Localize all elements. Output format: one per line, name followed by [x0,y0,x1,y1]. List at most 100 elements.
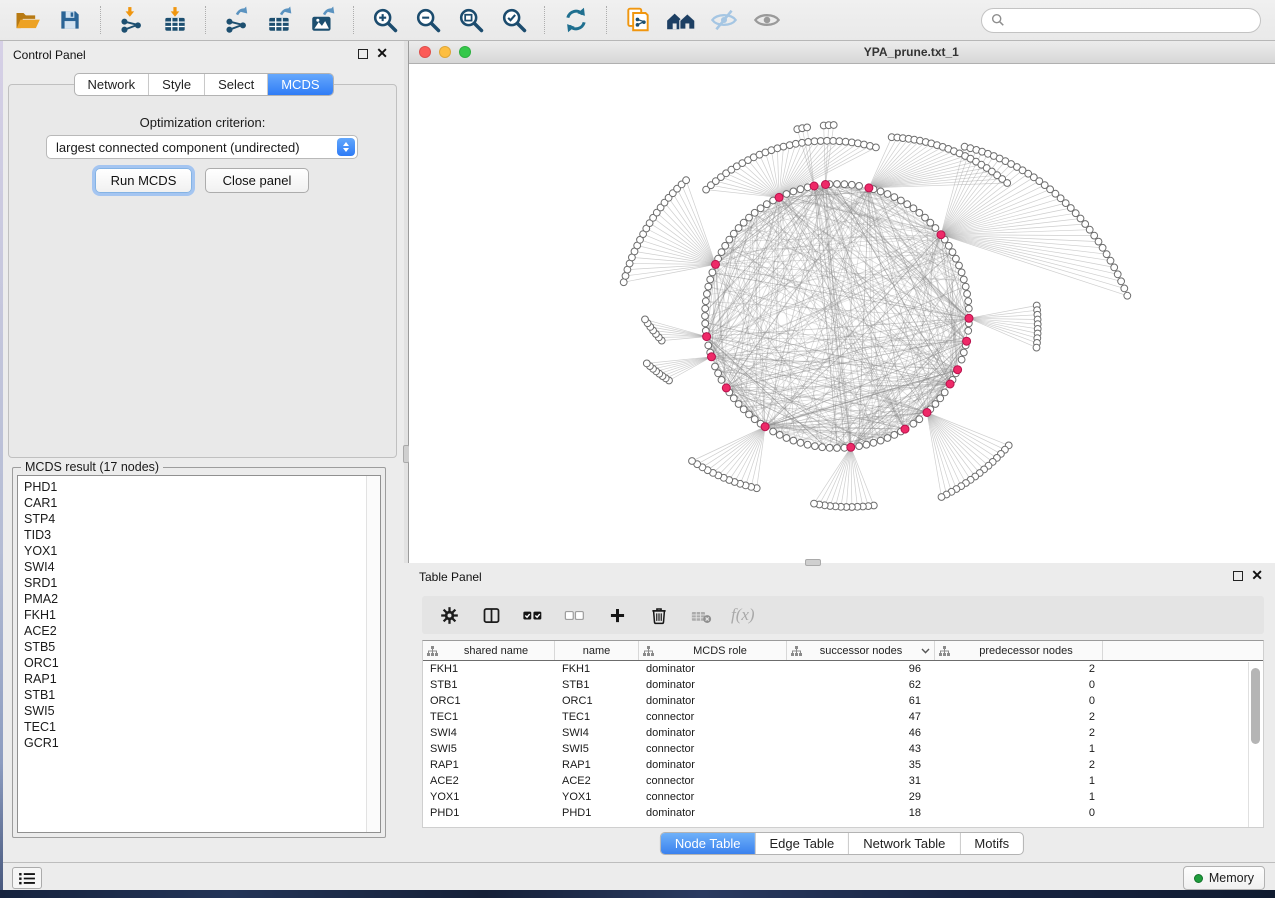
network-node[interactable] [770,428,777,435]
export-table-button[interactable] [263,3,297,37]
mcds-result-item[interactable]: STP4 [24,511,367,527]
column-header-successor-nodes[interactable]: successor nodes [787,641,935,660]
network-node[interactable] [757,205,764,212]
network-node[interactable] [746,214,753,221]
mcds-result-item[interactable]: YOX1 [24,543,367,559]
network-node[interactable] [945,242,952,249]
network-node[interactable] [799,139,806,146]
export-image-button[interactable] [306,3,340,37]
network-node[interactable] [715,370,722,377]
mcds-network-node[interactable] [708,353,716,361]
column-header-MCDS-role[interactable]: MCDS role [639,641,787,660]
network-node[interactable] [709,269,716,276]
mcds-network-node[interactable] [901,425,909,433]
mcds-result-list[interactable]: PHD1CAR1STP4TID3YOX1SWI4SRD1PMA2FKH1ACE2… [17,475,381,833]
first-neighbors-button[interactable] [664,3,698,37]
network-node[interactable] [811,500,818,507]
tab-network[interactable]: Network [74,74,148,95]
mcds-result-item[interactable]: STB5 [24,639,367,655]
network-node[interactable] [965,298,972,305]
network-node[interactable] [812,443,819,450]
hide-selected-button[interactable] [707,3,741,37]
network-node[interactable] [965,305,972,312]
table-row[interactable]: PHD1PHD1dominator180 [423,805,1263,821]
network-node[interactable] [863,441,870,448]
network-node[interactable] [938,494,945,501]
mcds-result-item[interactable]: ACE2 [24,623,367,639]
network-node[interactable] [780,143,787,150]
network-node[interactable] [937,395,944,402]
network-node[interactable] [1091,232,1098,239]
deselect-all-rows-button[interactable] [563,603,587,627]
close-panel-icon[interactable]: ✕ [376,45,388,61]
network-node[interactable] [1107,257,1114,264]
network-graph[interactable] [409,64,1275,563]
mcds-network-node[interactable] [946,380,954,388]
network-node[interactable] [856,183,863,190]
mcds-network-node[interactable] [923,409,931,417]
mcds-result-item[interactable]: FKH1 [24,607,367,623]
network-node[interactable] [726,236,733,243]
network-node[interactable] [735,401,742,408]
network-node[interactable] [1103,251,1110,258]
network-node[interactable] [877,437,884,444]
network-node[interactable] [949,249,956,256]
network-node[interactable] [1082,221,1089,228]
mcds-network-node[interactable] [775,193,783,201]
network-node[interactable] [855,140,862,147]
network-node[interactable] [856,443,863,450]
network-node[interactable] [705,342,712,349]
network-node[interactable] [834,181,841,188]
mcds-network-node[interactable] [810,182,818,190]
network-node[interactable] [964,291,971,298]
show-column-panel-button[interactable] [479,603,503,627]
mcds-result-item[interactable]: TID3 [24,527,367,543]
network-node[interactable] [751,209,758,216]
delete-column-button[interactable] [647,603,671,627]
network-node[interactable] [805,139,812,146]
network-node[interactable] [904,201,911,208]
tab-mcds[interactable]: MCDS [267,74,332,95]
network-node[interactable] [834,445,841,452]
network-node[interactable] [643,360,650,367]
node-table[interactable]: shared namenameMCDS rolesuccessor nodesp… [422,640,1264,828]
network-node[interactable] [891,432,898,439]
network-node[interactable] [722,242,729,249]
network-node[interactable] [960,276,967,283]
network-node[interactable] [817,138,824,145]
network-node[interactable] [873,144,880,151]
network-node[interactable] [702,313,709,320]
float-window-icon[interactable] [358,49,368,59]
network-node[interactable] [898,197,905,204]
mcds-result-item[interactable]: PMA2 [24,591,367,607]
network-node[interactable] [1124,292,1131,299]
network-node[interactable] [704,291,711,298]
network-node[interactable] [718,249,725,256]
duplicate-network-button[interactable] [621,3,655,37]
table-row[interactable]: SWI4SWI4dominator462 [423,725,1263,741]
network-node[interactable] [622,273,629,280]
network-node[interactable] [1095,238,1102,245]
tab-select[interactable]: Select [204,74,267,95]
mcds-result-item[interactable]: STB1 [24,687,367,703]
column-header-shared-name[interactable]: shared name [423,641,555,660]
network-node[interactable] [848,181,855,188]
mcds-result-item[interactable]: RAP1 [24,671,367,687]
network-node[interactable] [746,411,753,418]
tab-style[interactable]: Style [148,74,204,95]
network-node[interactable] [891,194,898,201]
search-field[interactable] [981,8,1261,33]
tab-network-table[interactable]: Network Table [848,833,959,854]
table-row[interactable]: STB1STB1dominator620 [423,677,1263,693]
network-node[interactable] [740,219,747,226]
network-node[interactable] [1033,344,1040,351]
network-node[interactable] [718,377,725,384]
tab-edge-table[interactable]: Edge Table [754,833,848,854]
network-node[interactable] [830,122,837,129]
network-node[interactable] [797,439,804,446]
horizontal-splitter-handle[interactable] [805,559,821,566]
network-node[interactable] [819,444,826,451]
mcds-network-node[interactable] [865,184,873,192]
network-node[interactable] [730,230,737,237]
network-node[interactable] [956,262,963,269]
